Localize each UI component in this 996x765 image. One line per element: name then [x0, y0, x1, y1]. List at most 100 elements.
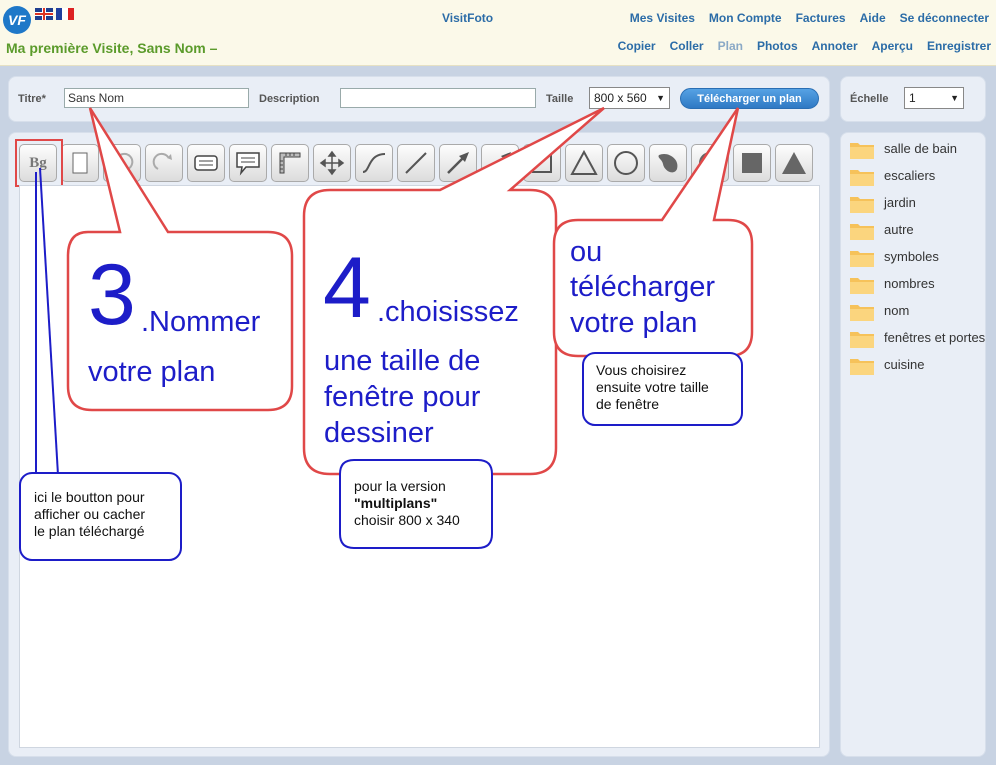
ruler-tool-button[interactable] — [271, 144, 309, 182]
circle-outline-icon — [614, 151, 638, 175]
folder-icon — [850, 305, 874, 321]
blob-icon — [658, 153, 678, 173]
description-label: Description — [259, 93, 320, 105]
upload-text-a: ou — [570, 236, 603, 268]
line-tool-button[interactable] — [397, 144, 435, 182]
rectangle-outline-tool-button[interactable] — [523, 144, 561, 182]
step3-text-b: votre plan — [88, 356, 216, 388]
scale-select-value: 1 — [909, 91, 916, 105]
circle-filled-tool-button[interactable] — [691, 144, 729, 182]
nav-annoter[interactable]: Annoter — [812, 39, 858, 53]
brand-name[interactable]: VisitFoto — [442, 11, 493, 25]
nav-enregistrer[interactable]: Enregistrer — [927, 39, 991, 53]
size-select[interactable]: 800 x 560 ▼ — [589, 87, 670, 109]
step4-text-d: dessiner — [324, 417, 434, 449]
step4-number: 4 — [323, 240, 371, 336]
nav-copier[interactable]: Copier — [618, 39, 656, 53]
note-multiplans-text: pour la version "multiplans" choisir 800… — [354, 478, 460, 529]
rectangle-outline-icon — [532, 153, 552, 173]
folder-nom[interactable]: nom — [847, 303, 987, 321]
folder-symboles[interactable]: symboles — [847, 249, 987, 267]
drawing-canvas[interactable] — [19, 185, 820, 748]
chevron-down-icon: ▼ — [656, 93, 665, 103]
folder-label: jardin — [884, 195, 916, 210]
note-size-line-3: de fenêtre — [596, 396, 660, 412]
bg-button-highlight — [15, 139, 63, 187]
step3-text-a: .Nommer — [141, 306, 261, 338]
folder-label: salle de bain — [884, 141, 957, 156]
triangle-outline-tool-button[interactable] — [565, 144, 603, 182]
nav-se-deconnecter[interactable]: Se déconnecter — [900, 11, 989, 25]
text-box-icon — [194, 155, 218, 171]
upload-text-b: télécharger — [570, 271, 716, 303]
fr-flag-icon[interactable] — [56, 8, 74, 20]
note-bg-line-2: afficher ou cacher — [34, 506, 146, 522]
move-icon — [319, 150, 345, 176]
folder-icon — [850, 332, 874, 348]
note-size-text: Vous choisirez ensuite votre taille de f… — [596, 362, 709, 413]
folder-label: escaliers — [884, 168, 936, 183]
nav-coller[interactable]: Coller — [670, 39, 704, 53]
upload-plan-button[interactable]: Télécharger un plan — [680, 88, 819, 109]
curve-tool-button[interactable] — [355, 144, 393, 182]
speech-bubble-tool-button[interactable] — [229, 144, 267, 182]
folder-nombres[interactable]: nombres — [847, 276, 987, 294]
note-bg-text: ici le boutton pour afficher ou cacher l… — [34, 489, 145, 540]
title-input[interactable] — [64, 88, 249, 108]
undo-icon — [114, 152, 134, 170]
step4-text-c: fenêtre pour — [324, 381, 481, 413]
nav-mes-visites[interactable]: Mes Visites — [630, 11, 695, 25]
triangle-filled-tool-button[interactable] — [775, 144, 813, 182]
size-label: Taille — [546, 93, 574, 105]
nav-mon-compte[interactable]: Mon Compte — [709, 11, 782, 25]
folder-icon — [850, 197, 874, 213]
folder-label: cuisine — [884, 357, 925, 372]
uk-flag-icon[interactable] — [35, 8, 53, 20]
nav-plan[interactable]: Plan — [718, 39, 743, 53]
redo-button[interactable] — [145, 144, 183, 182]
visitfoto-logo[interactable]: VF — [3, 6, 31, 34]
folder-fenetres-et-portes[interactable]: fenêtres et portes — [847, 330, 987, 348]
square-filled-tool-button[interactable] — [733, 144, 771, 182]
circle-filled-icon — [699, 152, 721, 174]
main-nav: Mes Visites Mon Compte Factures Aide Se … — [630, 11, 989, 25]
speech-bubble-icon — [236, 152, 260, 176]
undo-button[interactable] — [103, 144, 141, 182]
line-icon — [405, 152, 427, 174]
note-size-line-2: ensuite votre taille — [596, 379, 709, 395]
folder-salle-de-bain[interactable]: salle de bain — [847, 141, 987, 159]
nav-factures[interactable]: Factures — [796, 11, 846, 25]
folder-label: nombres — [884, 276, 935, 291]
blob-tool-button[interactable] — [649, 144, 687, 182]
circle-outline-tool-button[interactable] — [607, 144, 645, 182]
folder-label: fenêtres et portes — [884, 330, 986, 345]
scale-select[interactable]: 1 ▼ — [904, 87, 964, 109]
folder-escaliers[interactable]: escaliers — [847, 168, 987, 186]
folder-icon — [850, 170, 874, 186]
page-icon — [72, 152, 88, 174]
text-box-tool-button[interactable] — [187, 144, 225, 182]
folder-cuisine[interactable]: cuisine — [847, 357, 987, 375]
folder-jardin[interactable]: jardin — [847, 195, 987, 213]
arrow-tool-button[interactable] — [439, 144, 477, 182]
nav-apercu[interactable]: Aperçu — [872, 39, 913, 53]
folder-icon — [850, 143, 874, 159]
top-bar: VF VisitFoto Mes Visites Mon Compte Fact… — [0, 0, 996, 66]
nav-aide[interactable]: Aide — [860, 11, 886, 25]
move-tool-button[interactable] — [313, 144, 351, 182]
double-arrow-icon — [489, 152, 511, 174]
folder-icon — [850, 251, 874, 267]
nav-photos[interactable]: Photos — [757, 39, 798, 53]
description-input[interactable] — [340, 88, 536, 108]
page-tool-button[interactable] — [61, 144, 99, 182]
folder-icon — [850, 278, 874, 294]
folder-autre[interactable]: autre — [847, 222, 987, 240]
square-filled-icon — [742, 153, 762, 173]
curve-icon — [362, 153, 386, 173]
scale-label: Échelle — [850, 93, 889, 105]
redo-icon — [152, 152, 172, 170]
double-arrow-tool-button[interactable] — [481, 144, 519, 182]
logo-text: VF — [8, 12, 26, 28]
arrow-icon — [447, 152, 469, 174]
note-bg-line-1: ici le boutton pour — [34, 489, 145, 505]
